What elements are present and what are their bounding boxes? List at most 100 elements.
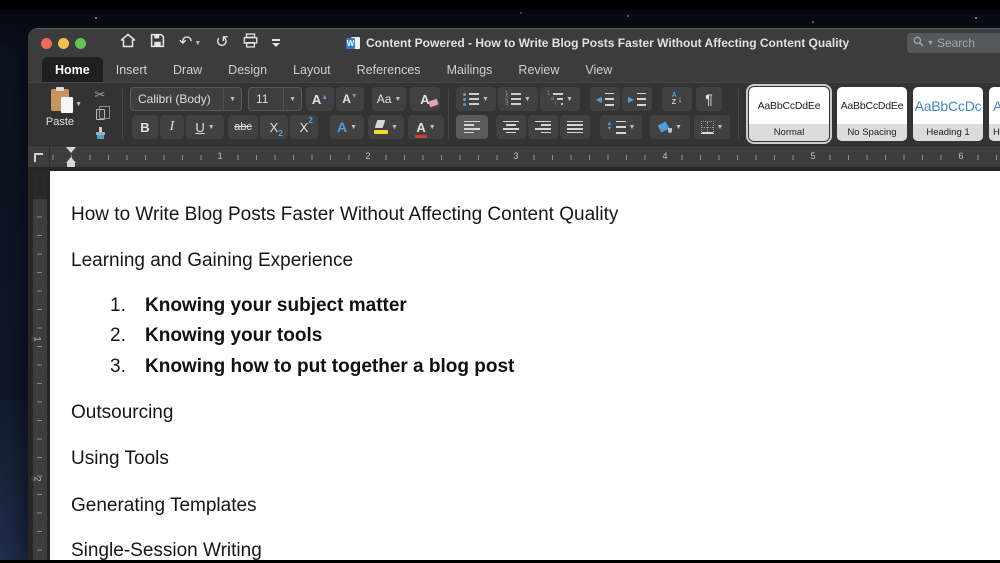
paste-button[interactable]: Paste ▼ xyxy=(36,87,84,141)
decrease-indent-button[interactable]: ◀ xyxy=(590,87,620,111)
superscript-button[interactable]: X2 xyxy=(290,115,318,139)
style-heading-2[interactable]: Aa H xyxy=(989,87,1000,141)
copy-button[interactable] xyxy=(90,105,110,123)
minimize-window-button[interactable] xyxy=(58,38,69,49)
underline-button[interactable]: U▼ xyxy=(186,115,224,139)
text-effects-button[interactable]: A▼ xyxy=(330,115,364,139)
format-painter-button[interactable] xyxy=(90,124,110,142)
underline-dropdown-arrow[interactable]: ▼ xyxy=(208,124,215,131)
style-no-spacing[interactable]: AaBbCcDdEe No Spacing xyxy=(837,87,907,141)
list-item[interactable]: Knowing your tools xyxy=(145,324,322,348)
undo-button[interactable]: ↶ ▼ xyxy=(179,35,201,51)
borders-dropdown-arrow[interactable]: ▼ xyxy=(717,124,724,131)
strikethrough-button[interactable]: abc xyxy=(228,115,258,139)
tab-draw[interactable]: Draw xyxy=(160,57,215,82)
highlight-dropdown-arrow[interactable]: ▼ xyxy=(391,124,398,131)
clear-formatting-button[interactable]: A xyxy=(410,87,440,111)
multilevel-dropdown-arrow[interactable]: ▼ xyxy=(566,96,573,103)
search-input[interactable]: ▼ Search xyxy=(907,33,1000,53)
grow-font-button[interactable]: A xyxy=(306,87,334,111)
first-line-indent-marker[interactable] xyxy=(66,147,76,153)
tab-layout[interactable]: Layout xyxy=(280,57,344,82)
customize-toolbar-icon[interactable] xyxy=(272,39,280,47)
word-window: ↶ ▼ ↺ W Content Powered - How to Write B… xyxy=(28,28,1000,560)
tab-selector-button[interactable] xyxy=(28,146,50,168)
close-window-button[interactable] xyxy=(41,38,52,49)
tab-review[interactable]: Review xyxy=(505,57,572,82)
search-icon xyxy=(913,36,924,50)
numbered-list-icon: 123 xyxy=(505,93,521,106)
undo-icon: ↶ xyxy=(179,35,192,51)
redo-icon[interactable]: ↺ xyxy=(215,35,228,51)
ruler-number: 1 xyxy=(214,151,225,161)
font-color-dropdown-arrow[interactable]: ▼ xyxy=(429,124,436,131)
cut-button[interactable]: ✂ xyxy=(90,86,110,104)
sort-icon: AZ↓ xyxy=(672,92,683,106)
font-size-select[interactable]: 11 ▼ xyxy=(248,87,302,111)
tab-view[interactable]: View xyxy=(572,57,625,82)
align-right-button[interactable] xyxy=(528,115,558,139)
desktop-top-strip xyxy=(0,0,1000,10)
doc-heading-experience[interactable]: Learning and Gaining Experience xyxy=(71,249,353,273)
font-color-button[interactable]: A▼ xyxy=(408,115,444,139)
search-placeholder: Search xyxy=(937,36,975,50)
tab-insert[interactable]: Insert xyxy=(103,57,160,82)
search-scope-arrow[interactable]: ▼ xyxy=(927,40,934,47)
list-item[interactable]: Knowing how to put together a blog post xyxy=(145,355,514,379)
line-spacing-button[interactable]: ▲▼ ▼ xyxy=(600,115,642,139)
document-page[interactable]: How to Write Blog Posts Faster Without A… xyxy=(50,171,1000,560)
bullets-dropdown-arrow[interactable]: ▼ xyxy=(482,96,489,103)
list-number: 2. xyxy=(110,324,126,348)
zoom-window-button[interactable] xyxy=(75,38,86,49)
doc-heading-outsourcing[interactable]: Outsourcing xyxy=(71,401,173,425)
show-paragraph-marks-button[interactable]: ¶ xyxy=(696,87,722,111)
tab-design[interactable]: Design xyxy=(215,57,280,82)
doc-heading-single-session[interactable]: Single-Session Writing xyxy=(71,539,262,563)
highlight-button[interactable]: ▼ xyxy=(368,115,404,139)
home-icon[interactable] xyxy=(120,33,136,53)
ruler-number: 3 xyxy=(510,151,521,161)
save-icon[interactable] xyxy=(150,33,165,53)
doc-heading-tools[interactable]: Using Tools xyxy=(71,447,169,471)
multilevel-list-button[interactable]: 1ai ▼ xyxy=(540,87,580,111)
print-icon[interactable] xyxy=(243,33,258,53)
horizontal-ruler[interactable]: 1 2 3 4 5 6 xyxy=(50,146,1000,168)
list-item[interactable]: Knowing your subject matter xyxy=(145,294,407,318)
italic-button[interactable]: I xyxy=(160,115,184,139)
window-title: W Content Powered - How to Write Blog Po… xyxy=(346,29,849,57)
ruler-number: 5 xyxy=(807,151,818,161)
shading-dropdown-arrow[interactable]: ▼ xyxy=(675,124,682,131)
align-left-button[interactable] xyxy=(456,115,488,139)
style-normal[interactable]: AaBbCcDdEe Normal xyxy=(749,87,829,141)
undo-dropdown-arrow[interactable]: ▼ xyxy=(194,40,201,47)
vertical-ruler-margin xyxy=(33,171,47,199)
align-center-button[interactable] xyxy=(496,115,526,139)
shading-button[interactable]: ▼ xyxy=(650,115,690,139)
line-spacing-dropdown-arrow[interactable]: ▼ xyxy=(629,124,636,131)
increase-indent-button[interactable]: ▶ xyxy=(622,87,652,111)
numbering-button[interactable]: 123 ▼ xyxy=(498,87,538,111)
numbering-dropdown-arrow[interactable]: ▼ xyxy=(524,96,531,103)
bullets-button[interactable]: ▼ xyxy=(456,87,496,111)
justify-button[interactable] xyxy=(560,115,590,139)
shrink-font-button[interactable]: A xyxy=(336,87,364,111)
star-dot xyxy=(95,17,97,19)
vertical-ruler[interactable]: 1 2 xyxy=(33,171,47,560)
tab-mailings[interactable]: Mailings xyxy=(434,57,506,82)
doc-title[interactable]: How to Write Blog Posts Faster Without A… xyxy=(71,203,618,227)
subscript-button[interactable]: X2 xyxy=(260,115,288,139)
ribbon: Paste ▼ ✂ Calibri (Body) ▼ 11 ▼ A A Aa▼ … xyxy=(28,83,1000,145)
doc-heading-templates[interactable]: Generating Templates xyxy=(71,494,257,518)
align-right-icon xyxy=(535,121,551,134)
ruler-number: 1 xyxy=(32,336,44,341)
tab-references[interactable]: References xyxy=(344,57,434,82)
sort-button[interactable]: AZ↓ xyxy=(662,87,692,111)
tab-home[interactable]: Home xyxy=(42,57,103,82)
bold-button[interactable]: B xyxy=(132,115,158,139)
style-heading-1[interactable]: AaBbCcDc Heading 1 xyxy=(913,87,983,141)
paste-dropdown-arrow[interactable]: ▼ xyxy=(75,101,82,108)
font-name-select[interactable]: Calibri (Body) ▼ xyxy=(130,87,242,111)
change-case-button[interactable]: Aa▼ xyxy=(372,87,406,111)
font-name-value: Calibri (Body) xyxy=(138,92,211,106)
borders-button[interactable]: ▼ xyxy=(694,115,730,139)
